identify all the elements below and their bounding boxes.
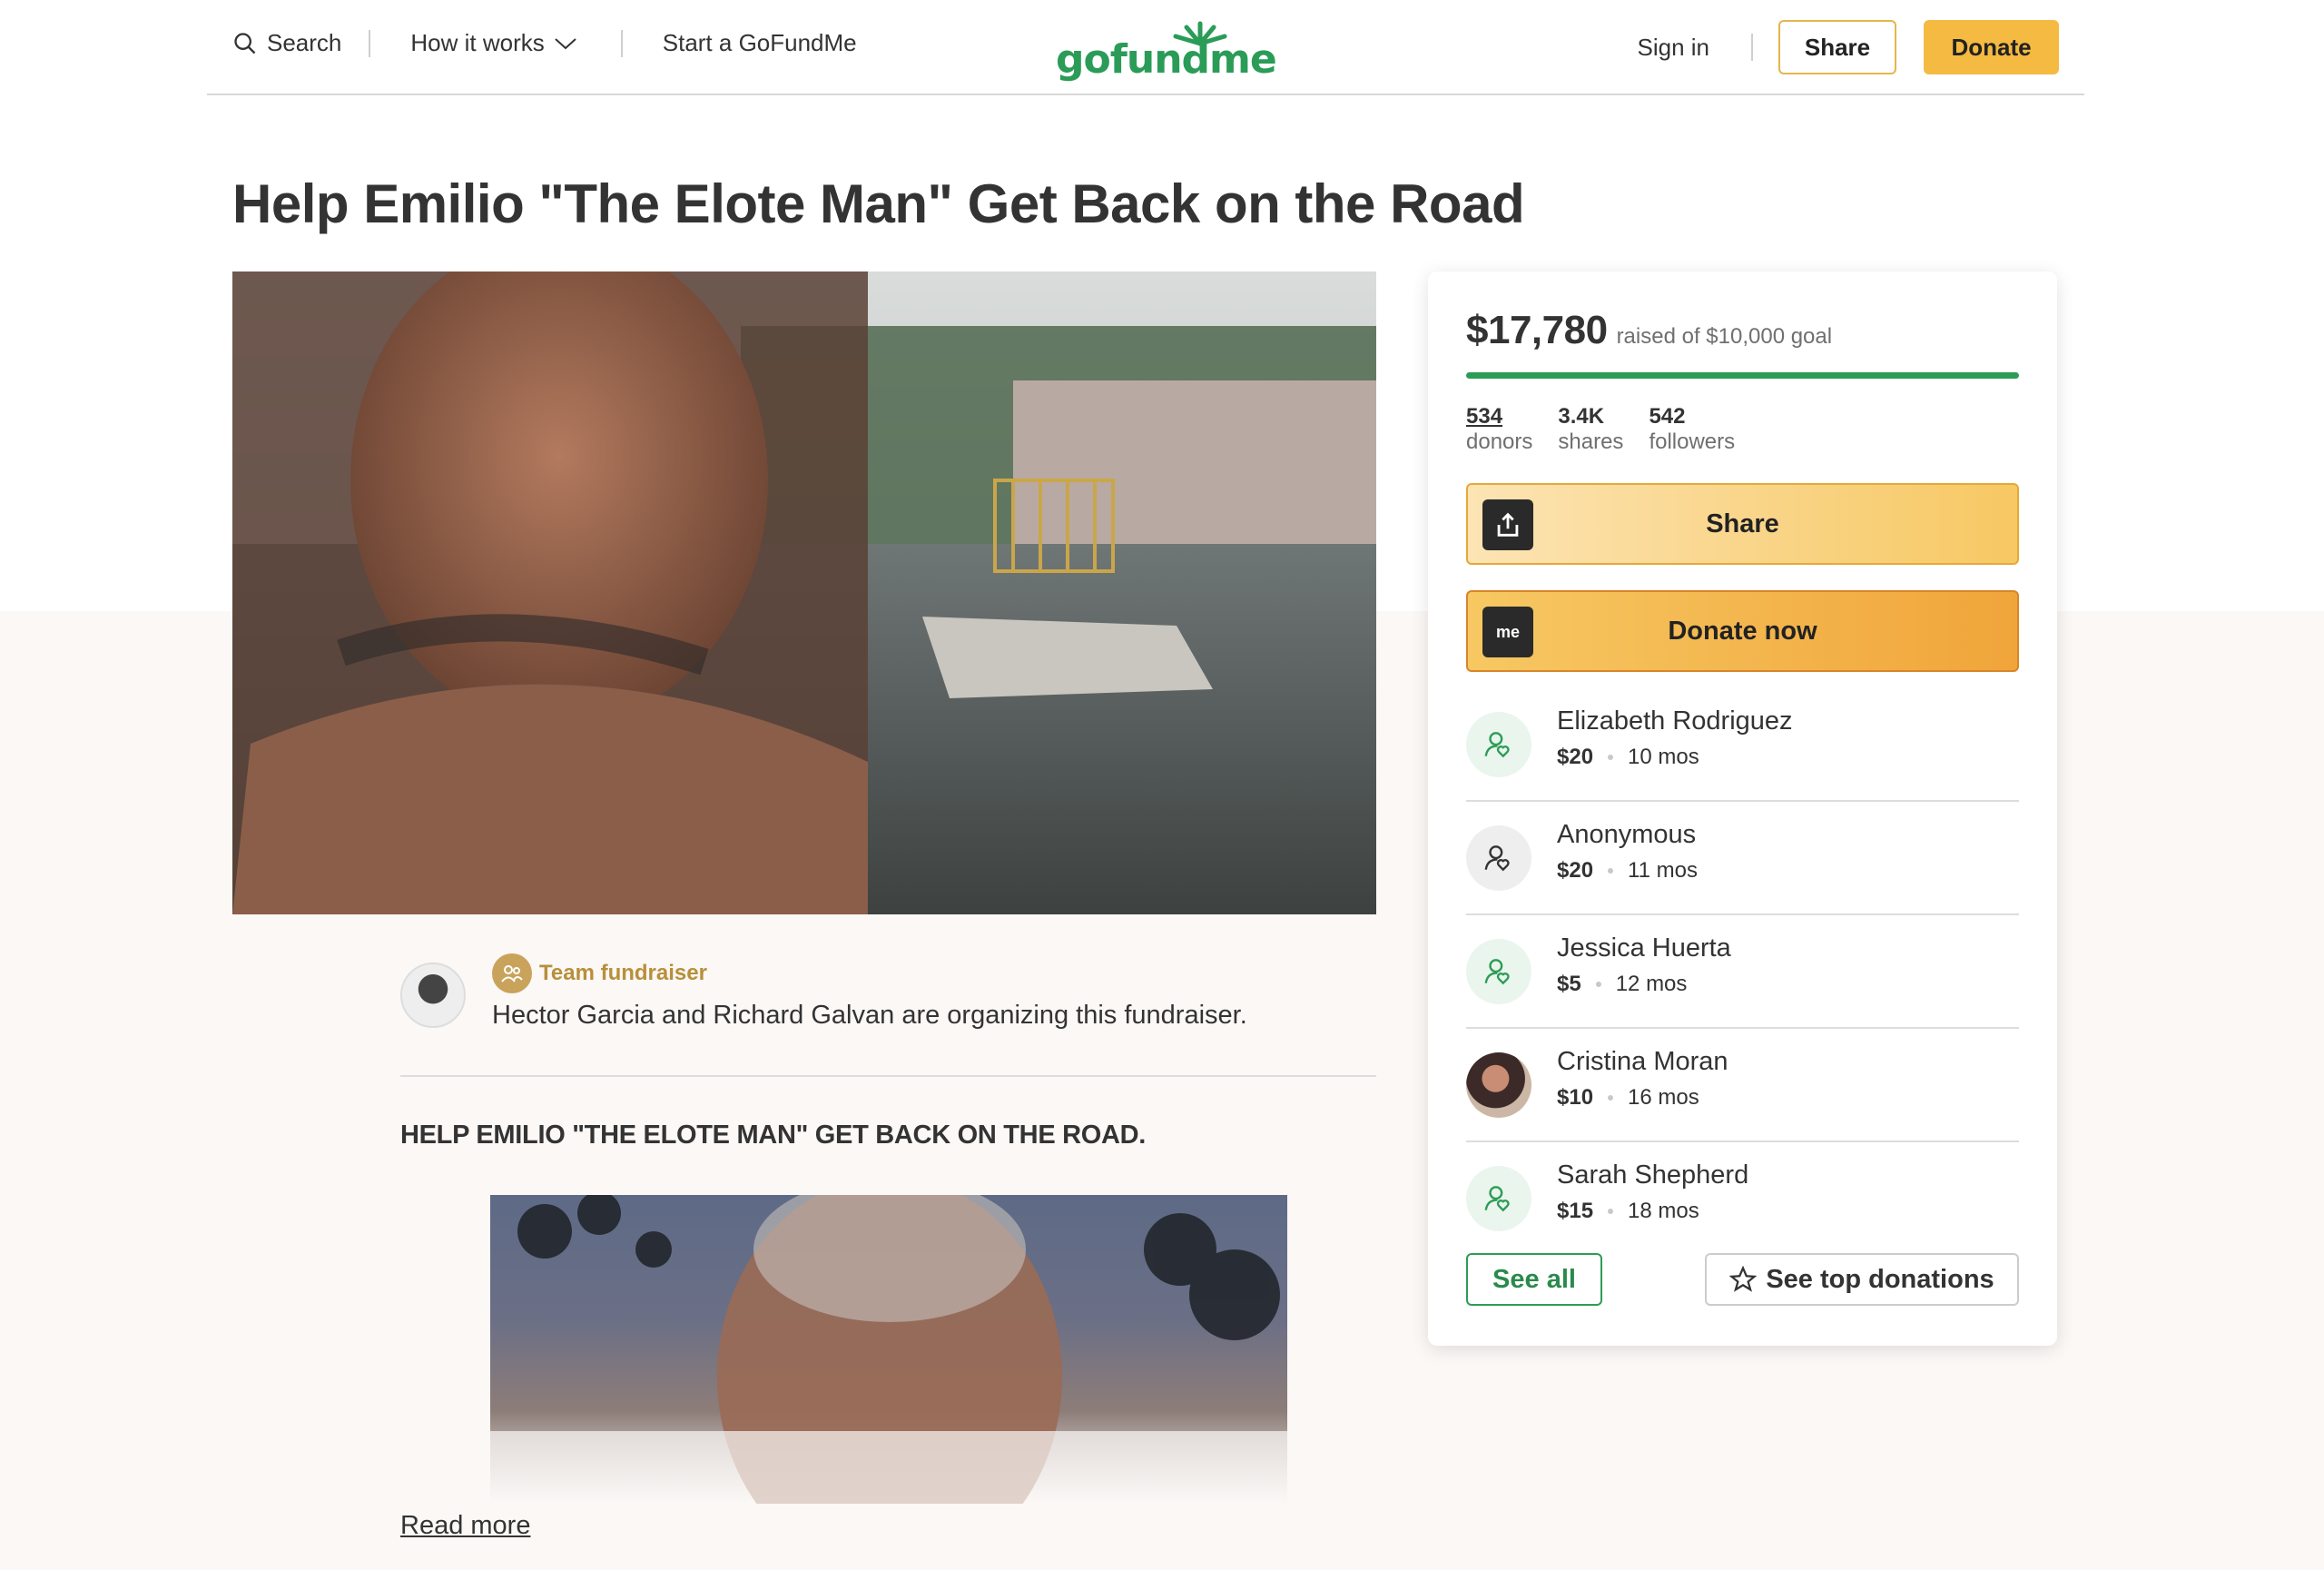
read-more-link[interactable]: Read more — [400, 1511, 530, 1541]
meta-dot — [1608, 1095, 1614, 1101]
donation-list-item: Sarah Shepherd $15 18 mos — [1466, 1142, 2019, 1256]
donor-name: Jessica Huerta — [1557, 933, 1731, 963]
organizer-avatar[interactable] — [400, 963, 466, 1028]
how-it-works-menu[interactable]: How it works — [410, 29, 576, 57]
stat-donors-num: 534 — [1466, 404, 1503, 429]
donation-amount: $15 — [1557, 1199, 1594, 1223]
stat-donors-label: donors — [1466, 430, 1533, 454]
meta-dot — [1608, 1209, 1614, 1214]
donation-list-item: Jessica Huerta $5 12 mos — [1466, 915, 2019, 1029]
stat-shares-num: 3.4K — [1558, 404, 1605, 429]
share-button-label: Share — [1706, 509, 1779, 538]
gofundme-logo[interactable]: gofundme — [1056, 20, 1277, 83]
team-fundraiser-label: Team fundraiser — [539, 961, 707, 985]
donor-name: Elizabeth Rodriguez — [1557, 706, 1793, 736]
donor-meta: $20 10 mos — [1557, 745, 1699, 770]
top-nav: Search How it works Start a GoFundMe gof… — [207, 0, 2084, 95]
donor-name: Sarah Shepherd — [1557, 1160, 1749, 1190]
star-icon — [1729, 1266, 1758, 1292]
logo-wordmark: gofundme — [1056, 36, 1277, 83]
donate-now-button[interactable]: me Donate now — [1466, 590, 2019, 672]
stat-donors[interactable]: 534 donors — [1466, 404, 1532, 455]
donor-meta: $20 11 mos — [1557, 858, 1698, 884]
organizer-text: Hector Garcia and Richard Galvan are org… — [492, 1001, 1247, 1030]
search-link[interactable]: Search — [232, 29, 341, 57]
start-gofundme-link[interactable]: Start a GoFundMe — [663, 29, 857, 57]
donation-amount: $5 — [1557, 972, 1581, 996]
chevron-down-icon — [555, 37, 576, 49]
donate-button-header[interactable]: Donate — [1924, 20, 2059, 74]
how-it-works-label: How it works — [410, 29, 545, 56]
campaign-stats: 534 donors 3.4K shares 542 followers — [1466, 404, 1735, 455]
stat-followers-label: followers — [1649, 430, 1736, 454]
nav-right: Sign in Share Donate — [1638, 20, 2059, 74]
donation-list-item: Anonymous $20 11 mos — [1466, 802, 2019, 915]
share-button-header[interactable]: Share — [1778, 20, 1896, 74]
donate-now-label: Donate now — [1668, 616, 1817, 646]
campaign-title: Help Emilio "The Elote Man" Get Back on … — [232, 173, 1525, 234]
raised-goal: raised of $10,000 goal — [1616, 324, 1833, 349]
donation-list-item: Elizabeth Rodriguez $20 10 mos — [1466, 688, 2019, 802]
stat-followers: 542 followers — [1649, 404, 1735, 455]
donation-amount: $20 — [1557, 858, 1594, 883]
see-all-button[interactable]: See all — [1466, 1253, 1602, 1306]
story-image[interactable] — [490, 1195, 1287, 1504]
search-label: Search — [267, 29, 342, 56]
donor-name: Cristina Moran — [1557, 1047, 1728, 1076]
donation-list-item: Cristina Moran $10 16 mos — [1466, 1029, 2019, 1142]
organizer-divider — [400, 1075, 1376, 1077]
team-fundraiser-icon — [492, 953, 532, 993]
donor-avatar — [1466, 1052, 1531, 1118]
donation-amount: $10 — [1557, 1085, 1594, 1110]
meta-dot — [1595, 982, 1601, 987]
stat-shares-label: shares — [1558, 430, 1624, 454]
stat-followers-num: 542 — [1649, 404, 1686, 429]
donor-heart-icon — [1466, 1166, 1531, 1231]
donation-time: 16 mos — [1628, 1085, 1699, 1110]
campaign-hero-image[interactable] — [232, 272, 1376, 914]
sign-in-link[interactable]: Sign in — [1638, 34, 1710, 62]
donor-heart-icon — [1466, 939, 1531, 1004]
hero-photo-illustration — [232, 272, 1376, 914]
see-top-donations-label: See top donations — [1766, 1264, 1994, 1294]
raised-amount: $17,780 — [1466, 308, 1608, 352]
stat-shares: 3.4K shares — [1558, 404, 1623, 455]
donor-meta: $15 18 mos — [1557, 1199, 1699, 1224]
donation-time: 12 mos — [1615, 972, 1688, 996]
progress-fill — [1466, 372, 2019, 379]
start-gofundme-label: Start a GoFundMe — [662, 29, 857, 56]
donation-panel: $17,780 raised of $10,000 goal 534 donor… — [1428, 272, 2057, 1346]
meta-dot — [1608, 868, 1614, 874]
search-icon — [234, 32, 256, 54]
donation-time: 11 mos — [1628, 858, 1698, 883]
nav-left: Search How it works Start a GoFundMe — [232, 29, 857, 57]
meta-dot — [1608, 755, 1614, 760]
raised-summary: $17,780 raised of $10,000 goal — [1466, 308, 1832, 353]
story-photo-illustration — [490, 1195, 1287, 1504]
nav-divider — [1751, 34, 1753, 61]
donation-time: 18 mos — [1628, 1199, 1699, 1223]
nav-divider — [369, 29, 371, 57]
gofundme-me-icon: me — [1482, 607, 1533, 657]
donor-meta: $5 12 mos — [1557, 972, 1687, 997]
donor-name: Anonymous — [1557, 820, 1697, 849]
progress-bar — [1466, 372, 2019, 379]
share-upload-icon — [1482, 499, 1533, 550]
story-heading: HELP EMILIO "THE ELOTE MAN" GET BACK ON … — [400, 1121, 1147, 1150]
donation-time: 10 mos — [1628, 745, 1699, 769]
donation-amount: $20 — [1557, 745, 1594, 769]
donor-heart-icon — [1466, 825, 1531, 891]
nav-divider — [620, 29, 623, 57]
donor-meta: $10 16 mos — [1557, 1085, 1699, 1111]
donor-heart-icon — [1466, 712, 1531, 777]
share-button[interactable]: Share — [1466, 483, 2019, 565]
see-top-donations-button[interactable]: See top donations — [1705, 1253, 2019, 1306]
